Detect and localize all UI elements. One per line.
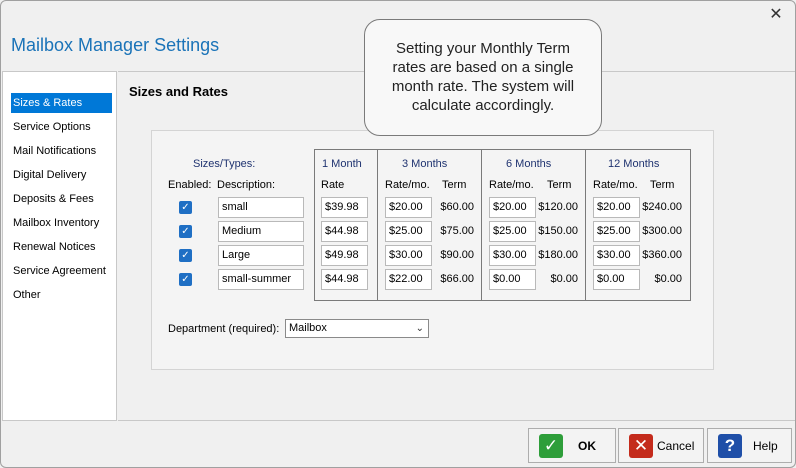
sidebar-item-sizes-rates[interactable]: Sizes & Rates [11,93,112,113]
sidebar-item-mail-notifications[interactable]: Mail Notifications [11,141,112,161]
section-title: Sizes and Rates [129,84,228,99]
ok-label: OK [578,439,596,453]
rates-panel: Sizes/Types: Enabled: Description: 1 Mon… [151,130,714,370]
sidebar-item-other[interactable]: Other [11,285,112,305]
rate-mo-header-6: Rate/mo. [489,179,534,191]
rate1-input[interactable]: $49.98 [321,245,368,266]
term6-value: $0.00 [550,273,578,285]
term3-value: $90.00 [440,249,474,261]
rate-header: Rate [321,179,345,191]
term3-value: $75.00 [440,225,474,237]
department-select[interactable]: Mailbox ⌄ [285,319,429,338]
rate-mo-header-3: Rate/mo. [385,179,430,191]
cancel-label: Cancel [657,439,695,453]
one-month-header: 1 Month [322,158,362,170]
term6-value: $150.00 [538,225,578,237]
sidebar-item-deposits-fees[interactable]: Deposits & Fees [11,189,112,209]
term3-value: $66.00 [440,273,474,285]
help-icon: ? [718,434,742,458]
window-title: Mailbox Manager Settings [11,35,220,55]
term12-value: $300.00 [642,225,682,237]
sidebar: Sizes & Rates Service Options Mail Notif… [2,71,117,421]
department-value: Mailbox [289,322,327,334]
settings-window: ✕ Mailbox Manager Settings Sizes & Rates… [0,0,796,468]
term12-value: $0.00 [654,273,682,285]
enabled-checkbox[interactable]: ✓ [179,273,192,286]
cancel-button[interactable]: ✕ Cancel [618,428,704,463]
help-button[interactable]: ? Help [707,428,792,463]
sidebar-item-service-options[interactable]: Service Options [11,117,112,137]
chevron-down-icon: ⌄ [415,323,424,334]
term12-value: $240.00 [642,201,682,213]
term-header-6: Term [547,179,572,191]
description-input[interactable]: Large [218,245,304,266]
term12-value: $360.00 [642,249,682,261]
term-header-3: Term [442,179,467,191]
twelve-months-header: 12 Months [608,158,660,170]
tooltip-text: Setting your Monthly Term rates are base… [391,40,575,114]
help-label: Help [753,439,778,453]
term6-value: $180.00 [538,249,578,261]
term3-value: $60.00 [440,201,474,213]
sidebar-item-digital-delivery[interactable]: Digital Delivery [11,165,112,185]
info-tooltip: Setting your Monthly Term rates are base… [364,19,602,136]
sidebar-item-renewal-notices[interactable]: Renewal Notices [11,237,112,257]
description-header: Description: [217,179,276,191]
six-months-header: 6 Months [506,158,552,170]
sizes-types-header: Sizes/Types: [193,158,256,170]
department-label: Department (required): [168,323,280,335]
enabled-checkbox[interactable]: ✓ [179,225,192,238]
close-button[interactable]: ✕ [765,5,787,25]
rate1-input[interactable]: $39.98 [321,197,368,218]
enabled-checkbox[interactable]: ✓ [179,201,192,214]
description-input[interactable]: small-summer [218,269,304,290]
rate1-input[interactable]: $44.98 [321,269,368,290]
description-input[interactable]: Medium [218,221,304,242]
term6-value: $120.00 [538,201,578,213]
three-months-header: 3 Months [402,158,448,170]
ok-button[interactable]: ✓ OK [528,428,616,463]
rate-mo-header-12: Rate/mo. [593,179,638,191]
enabled-header: Enabled: [168,179,212,191]
term-header-12: Term [650,179,675,191]
description-input[interactable]: small [218,197,304,218]
sidebar-item-mailbox-inventory[interactable]: Mailbox Inventory [11,213,112,233]
sidebar-item-service-agreement[interactable]: Service Agreement [11,261,112,281]
checkmark-icon: ✓ [539,434,563,458]
x-icon: ✕ [629,434,653,458]
enabled-checkbox[interactable]: ✓ [179,249,192,262]
rate1-input[interactable]: $44.98 [321,221,368,242]
